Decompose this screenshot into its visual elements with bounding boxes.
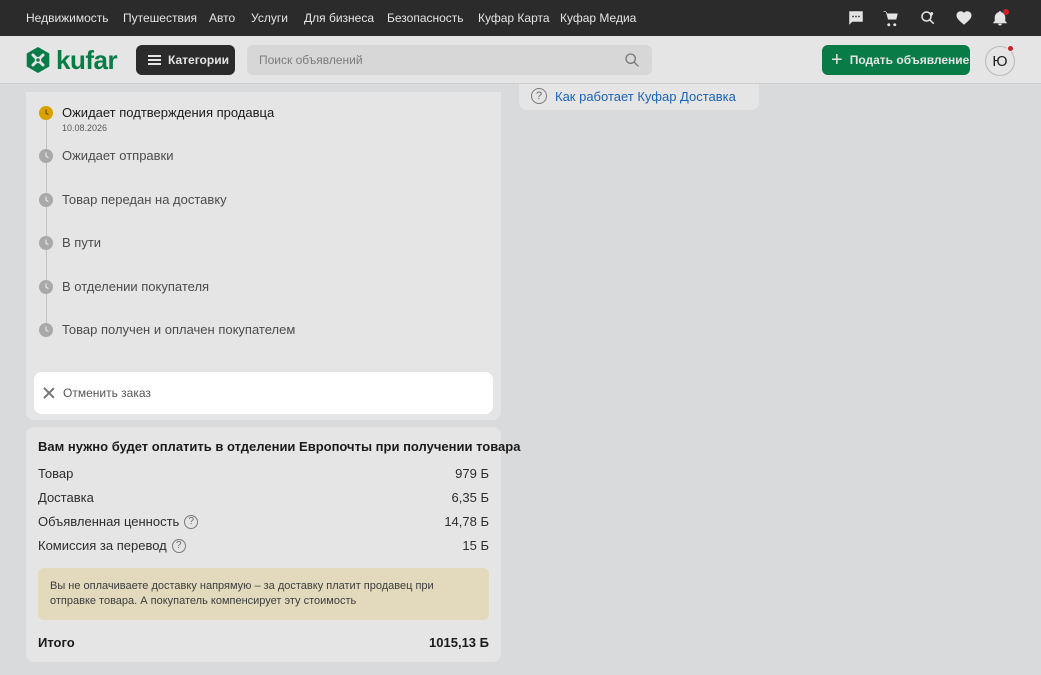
topnav-link-kufar-map[interactable]: Куфар Карта (478, 11, 550, 25)
close-icon (42, 386, 56, 400)
categories-label: Категории (168, 53, 229, 67)
categories-button[interactable]: Категории (136, 45, 235, 75)
step-label: Ожидает отправки (62, 148, 174, 163)
step-date: 10.08.2026 (62, 123, 108, 133)
step-label: В отделении покупателя (62, 279, 210, 294)
heart-icon[interactable] (953, 7, 975, 29)
logo-text: kufar (56, 45, 118, 75)
bell-icon[interactable] (989, 7, 1011, 29)
post-ad-button[interactable]: + Подать объявление (822, 45, 970, 75)
payment-row-label: Комиссия за перевод? (38, 538, 186, 553)
help-link-label: Как работает Куфар Доставка (555, 88, 736, 104)
kufar-logo[interactable]: kufar (25, 45, 118, 75)
topnav-link-realty[interactable]: Недвижимость (26, 11, 109, 25)
help-icon[interactable]: ? (171, 538, 186, 553)
search-heart-icon[interactable] (917, 7, 939, 29)
chat-icon[interactable] (845, 7, 867, 29)
topnav-link-kufar-media[interactable]: Куфар Медиа (560, 11, 636, 25)
help-icon[interactable]: ? (184, 514, 199, 529)
payment-row-label: Доставка (38, 490, 94, 505)
topnav-link-business[interactable]: Для бизнеса (304, 11, 374, 25)
topnav-link-safety[interactable]: Безопасность (387, 11, 464, 25)
payment-row-label: Товар (38, 466, 74, 481)
search-icon[interactable] (624, 52, 640, 68)
cancel-order-label: Отменить заказ (63, 386, 151, 400)
step-clock-icon-active (39, 106, 53, 120)
payment-row-value: 15 Б (462, 538, 489, 553)
step-label: В пути (62, 235, 102, 250)
payment-row-label: Объявленная ценность? (38, 514, 199, 529)
search-input[interactable] (247, 45, 652, 75)
how-delivery-works-link[interactable]: ? Как работает Куфар Доставка (531, 88, 736, 104)
post-ad-label: Подать объявление (849, 53, 970, 67)
total-value: 1015,13 Б (429, 635, 489, 650)
topnav-link-services[interactable]: Услуги (251, 11, 288, 25)
notification-dot (1003, 9, 1009, 15)
top-navigation-bar: Недвижимость Путешествия Авто Услуги Для… (0, 0, 1041, 36)
payment-row-value: 14,78 Б (444, 514, 489, 529)
cancel-order-button[interactable]: Отменить заказ (34, 372, 493, 414)
delivery-notice: Вы не оплачиваете доставку напрямую – за… (38, 568, 489, 620)
help-icon: ? (531, 88, 547, 104)
total-label: Итого (38, 635, 75, 650)
avatar-notification-dot (1007, 45, 1014, 52)
kufar-logo-icon (26, 47, 50, 73)
order-status-card (26, 92, 501, 420)
avatar-letter: Ю (992, 52, 1008, 70)
step-clock-icon (39, 193, 53, 207)
step-label: Товар передан на доставку (62, 192, 227, 207)
step-clock-icon (39, 280, 53, 294)
topnav-link-travel[interactable]: Путешествия (123, 11, 197, 25)
step-label: Ожидает подтверждения продавца (62, 105, 275, 120)
step-clock-icon (39, 236, 53, 250)
plus-icon: + (831, 49, 843, 71)
payment-title: Вам нужно будет оплатить в отделении Евр… (38, 439, 521, 454)
step-label: Товар получен и оплачен покупателем (62, 322, 296, 337)
cart-icon[interactable] (880, 7, 902, 29)
step-clock-icon (39, 323, 53, 337)
menu-icon (148, 55, 161, 65)
step-clock-icon (39, 149, 53, 163)
site-header: kufar Категории + Подать объявление Ю (0, 36, 1041, 84)
topnav-link-auto[interactable]: Авто (209, 11, 235, 25)
payment-row-value: 6,35 Б (451, 490, 489, 505)
payment-row-value: 979 Б (455, 466, 489, 481)
